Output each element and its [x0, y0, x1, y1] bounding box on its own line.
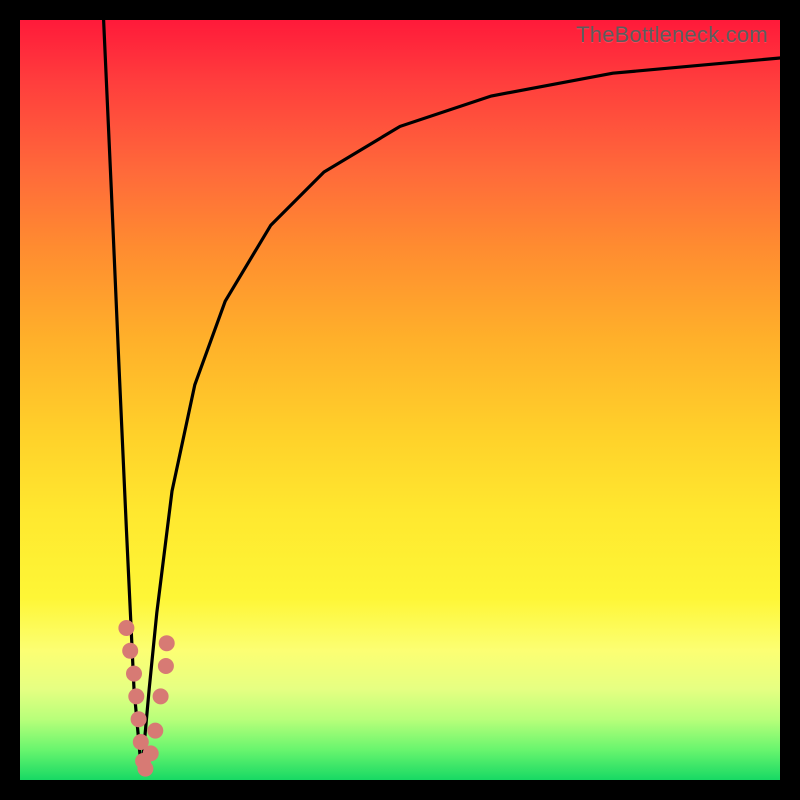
marker-dot [128, 688, 144, 704]
marker-cluster [118, 620, 174, 777]
marker-dot [137, 761, 153, 777]
plot-area: TheBottleneck.com [20, 20, 780, 780]
marker-dot [147, 723, 163, 739]
marker-dot [118, 620, 134, 636]
marker-dot [122, 643, 138, 659]
marker-dot [126, 666, 142, 682]
marker-dot [159, 635, 175, 651]
chart-frame: TheBottleneck.com [0, 0, 800, 800]
left-branch-curve [104, 20, 142, 772]
curve-layer [20, 20, 780, 780]
marker-dot [131, 711, 147, 727]
marker-dot [153, 688, 169, 704]
marker-dot [143, 745, 159, 761]
marker-dot [158, 658, 174, 674]
right-branch-curve [142, 58, 780, 772]
